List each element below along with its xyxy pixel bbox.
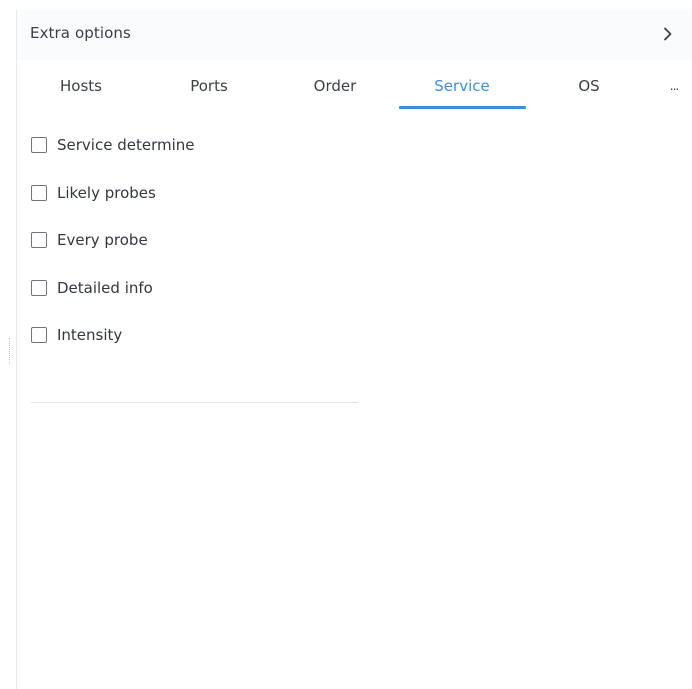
tab-bar: Hosts Ports Order Service OS ...	[17, 60, 692, 112]
chevron-right-icon[interactable]	[658, 24, 678, 44]
tab-label: Order	[313, 77, 357, 95]
resize-handle[interactable]	[9, 338, 12, 364]
option-detailed-info[interactable]: Detailed info	[31, 277, 153, 299]
tab-label: OS	[578, 77, 600, 95]
active-tab-indicator	[399, 106, 526, 109]
tab-label: Hosts	[60, 77, 102, 95]
checkbox[interactable]	[31, 185, 47, 201]
option-every-probe[interactable]: Every probe	[31, 229, 148, 251]
panel-header[interactable]: Extra options	[17, 10, 692, 60]
tab-label: Service	[434, 77, 490, 95]
checkbox[interactable]	[31, 232, 47, 248]
option-likely-probes[interactable]: Likely probes	[31, 182, 156, 204]
option-intensity[interactable]: Intensity	[31, 324, 122, 346]
option-label: Service determine	[57, 136, 195, 154]
option-label: Intensity	[57, 326, 123, 344]
tab-hosts[interactable]: Hosts	[41, 60, 121, 112]
option-label: Likely probes	[57, 184, 156, 202]
checkbox[interactable]	[31, 280, 47, 296]
extra-options-panel: Extra options Hosts Ports Order Service …	[16, 10, 692, 689]
tab-ports[interactable]: Ports	[169, 60, 249, 112]
option-service-determine[interactable]: Service determine	[31, 134, 194, 156]
panel-title: Extra options	[30, 24, 131, 42]
section-divider	[31, 402, 358, 403]
checkbox[interactable]	[31, 137, 47, 153]
more-icon: ...	[669, 79, 680, 93]
tab-service[interactable]: Service	[422, 60, 502, 112]
tab-label: Ports	[190, 77, 228, 95]
checkbox[interactable]	[31, 327, 47, 343]
tab-more[interactable]: ...	[659, 60, 689, 112]
option-label: Every probe	[57, 231, 148, 249]
tab-os[interactable]: OS	[559, 60, 619, 112]
tab-order[interactable]: Order	[295, 60, 375, 112]
option-label: Detailed info	[57, 279, 153, 297]
